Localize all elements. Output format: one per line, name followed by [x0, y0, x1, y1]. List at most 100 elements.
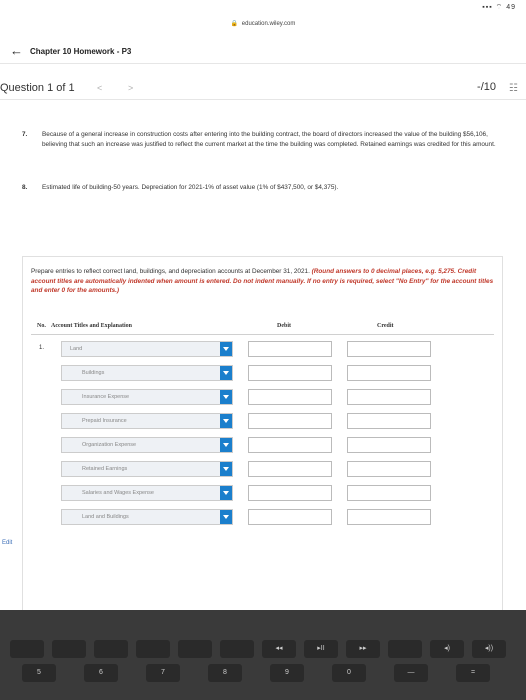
account-select-value: Buildings — [82, 370, 105, 376]
account-select[interactable]: Retained Earnings — [61, 461, 233, 477]
function-key — [136, 640, 170, 658]
credit-input[interactable] — [347, 437, 431, 453]
edit-label[interactable]: Edit — [2, 540, 12, 546]
next-question-icon[interactable]: > — [128, 83, 133, 93]
journal-row: Buildings — [31, 363, 494, 383]
dropdown-caret-icon — [220, 390, 232, 404]
item-number: 8. — [22, 184, 28, 191]
url-bar[interactable]: 🔒 education.wiley.com — [0, 20, 526, 27]
credit-input[interactable] — [347, 341, 431, 357]
journal-row: Retained Earnings — [31, 459, 494, 479]
number-key: 5 — [22, 664, 56, 682]
question-list-icon[interactable]: ☷ — [509, 83, 518, 94]
function-key: ▸▸ — [346, 640, 380, 658]
journal-row: 1. Land — [31, 339, 494, 359]
account-select-value: Insurance Expense — [82, 394, 130, 400]
instructions: Prepare entries to reflect correct land,… — [31, 267, 494, 296]
dropdown-caret-icon — [220, 366, 232, 380]
lock-icon: 🔒 — [230, 21, 239, 27]
keyboard-bezel: ◂◂ ▸II ▸▸ ◂) ◂)) 5 6 7 8 9 0 — = — [0, 610, 526, 700]
function-key — [388, 640, 422, 658]
credit-input[interactable] — [347, 413, 431, 429]
question-bar: Question 1 of 1 < > -/10 ☷ — [0, 78, 526, 100]
function-key: ◂)) — [472, 640, 506, 658]
item-text: Estimated life of building-50 years. Dep… — [42, 184, 339, 191]
row-number: 1. — [39, 345, 45, 351]
dropdown-caret-icon — [220, 462, 232, 476]
account-select[interactable]: Prepaid Insurance — [61, 413, 233, 429]
account-select-value: Organization Expense — [82, 442, 137, 448]
status-icons: ▪▪▪ ⌔ 49 — [482, 4, 516, 11]
number-key: 6 — [84, 664, 118, 682]
journal-row: Prepaid Insurance — [31, 411, 494, 431]
journal-entry-card: Prepare entries to reflect correct land,… — [22, 256, 503, 610]
journal-row: Insurance Expense — [31, 387, 494, 407]
account-select-value: Land and Buildings — [82, 514, 129, 520]
account-select[interactable]: Salaries and Wages Expense — [61, 485, 233, 501]
question-score: -/10 — [477, 81, 496, 93]
instructions-main: Prepare entries to reflect correct land,… — [31, 268, 310, 275]
browser-screen: ▪▪▪ ⌔ 49 🔒 education.wiley.com ← Chapter… — [0, 0, 526, 610]
account-select[interactable]: Insurance Expense — [61, 389, 233, 405]
number-key: 0 — [332, 664, 366, 682]
header-no: No. — [37, 323, 46, 329]
account-select-value: Land — [70, 346, 83, 352]
prev-question-icon[interactable]: < — [97, 83, 102, 93]
account-select[interactable]: Organization Expense — [61, 437, 233, 453]
credit-input[interactable] — [347, 389, 431, 405]
account-select-value: Retained Earnings — [82, 466, 128, 472]
function-key: ◂◂ — [262, 640, 296, 658]
header-account: Account Titles and Explanation — [51, 323, 132, 329]
number-key: — — [394, 664, 428, 682]
header-credit: Credit — [377, 323, 394, 329]
account-select-value: Prepaid Insurance — [82, 418, 127, 424]
account-select[interactable]: Land — [61, 341, 233, 357]
account-select[interactable]: Buildings — [61, 365, 233, 381]
journal-row: Land and Buildings — [31, 507, 494, 527]
journal-row: Organization Expense — [31, 435, 494, 455]
header-debit: Debit — [277, 323, 291, 329]
function-key — [94, 640, 128, 658]
number-key-row: 5 6 7 8 9 0 — = — [0, 664, 526, 682]
url-text: education.wiley.com — [241, 21, 296, 27]
debit-input[interactable] — [248, 365, 332, 381]
journal-table-header: No. Account Titles and Explanation Debit… — [31, 317, 494, 335]
item-text: Because of a general increase in constru… — [42, 131, 496, 148]
account-select[interactable]: Land and Buildings — [61, 509, 233, 525]
problem-item-7: 7. Because of a general increase in cons… — [22, 130, 512, 149]
credit-input[interactable] — [347, 365, 431, 381]
dropdown-caret-icon — [220, 486, 232, 500]
debit-input[interactable] — [248, 389, 332, 405]
debit-input[interactable] — [248, 341, 332, 357]
dropdown-caret-icon — [220, 438, 232, 452]
function-key — [10, 640, 44, 658]
chapter-title: Chapter 10 Homework - P3 — [30, 47, 132, 56]
function-key — [220, 640, 254, 658]
account-select-value: Salaries and Wages Expense — [82, 490, 154, 496]
debit-input[interactable] — [248, 509, 332, 525]
number-key: 7 — [146, 664, 180, 682]
debit-input[interactable] — [248, 461, 332, 477]
function-key — [52, 640, 86, 658]
credit-input[interactable] — [347, 509, 431, 525]
credit-input[interactable] — [347, 485, 431, 501]
question-label: Question 1 of 1 — [0, 82, 75, 94]
number-key: = — [456, 664, 490, 682]
status-bar: ▪▪▪ ⌔ 49 — [0, 0, 526, 18]
top-navigation: ← Chapter 10 Homework - P3 — [0, 38, 526, 64]
dropdown-caret-icon — [220, 342, 232, 356]
back-arrow-icon[interactable]: ← — [10, 43, 23, 58]
function-key — [178, 640, 212, 658]
dropdown-caret-icon — [220, 510, 232, 524]
problem-item-8: 8. Estimated life of building-50 years. … — [22, 183, 512, 193]
function-key: ▸II — [304, 640, 338, 658]
debit-input[interactable] — [248, 413, 332, 429]
journal-row: Salaries and Wages Expense — [31, 483, 494, 503]
debit-input[interactable] — [248, 437, 332, 453]
function-key: ◂) — [430, 640, 464, 658]
credit-input[interactable] — [347, 461, 431, 477]
number-key: 9 — [270, 664, 304, 682]
debit-input[interactable] — [248, 485, 332, 501]
function-key-row: ◂◂ ▸II ▸▸ ◂) ◂)) — [0, 640, 526, 658]
number-key: 8 — [208, 664, 242, 682]
